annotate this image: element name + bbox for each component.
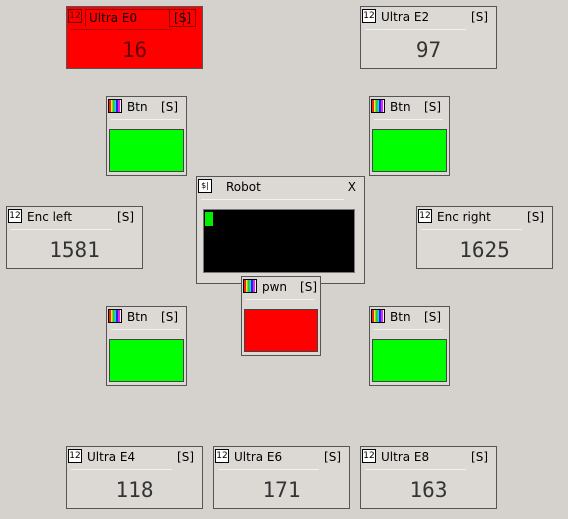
enc-right-title: Enc right <box>437 210 491 224</box>
close-button[interactable]: X <box>348 179 356 195</box>
enc-left-settings-button[interactable]: [S] <box>117 209 134 225</box>
btn-top-left-widget[interactable]: Btn [S] <box>106 96 187 176</box>
btn-top-right-widget[interactable]: Btn [S] <box>369 96 450 176</box>
pwn-title: pwn <box>262 280 288 294</box>
palette-icon <box>371 99 385 113</box>
btn-bottom-right-settings-button[interactable]: [S] <box>424 309 441 325</box>
ultra-e0-value: 16 <box>121 38 148 62</box>
ultra-e8-widget[interactable]: 12 Ultra E8 [S] 163 <box>360 446 497 509</box>
numeric-icon: 12 <box>68 9 82 23</box>
numeric-icon: 12 <box>215 449 229 463</box>
palette-icon <box>243 279 257 293</box>
ultra-e8-title: Ultra E8 <box>381 450 430 464</box>
enc-right-widget[interactable]: 12 Enc right [S] 1625 <box>416 206 553 269</box>
robot-progress-fill <box>205 212 213 226</box>
robot-progress-bar <box>203 209 355 273</box>
enc-left-title: Enc left <box>27 210 73 224</box>
pwn-settings-button[interactable]: [S] <box>300 279 317 295</box>
ultra-e2-settings-button[interactable]: [S] <box>471 9 488 25</box>
ultra-e2-widget[interactable]: 12 Ultra E2 [S] 97 <box>360 6 497 69</box>
ultra-e4-widget[interactable]: 12 Ultra E4 [S] 118 <box>66 446 203 509</box>
btn-title: Btn <box>127 100 148 114</box>
enc-left-widget[interactable]: 12 Enc left [S] 1581 <box>6 206 143 269</box>
numeric-icon: 12 <box>8 209 22 223</box>
ultra-e6-widget[interactable]: 12 Ultra E6 [S] 171 <box>213 446 350 509</box>
ultra-e2-title: Ultra E2 <box>381 10 430 24</box>
ultra-e8-value: 163 <box>409 478 448 502</box>
numeric-icon: 12 <box>362 9 376 23</box>
btn-top-left-settings-button[interactable]: [S] <box>161 99 178 115</box>
ultra-e2-value: 97 <box>415 38 442 62</box>
ultra-e4-settings-button[interactable]: [S] <box>177 449 194 465</box>
ultra-e8-settings-button[interactable]: [S] <box>471 449 488 465</box>
pwn-indicator[interactable] <box>244 309 318 352</box>
ultra-e6-settings-button[interactable]: [S] <box>324 449 341 465</box>
enc-left-value: 1581 <box>49 238 100 262</box>
btn-top-right-settings-button[interactable]: [S] <box>424 99 441 115</box>
numeric-icon: 12 <box>68 449 82 463</box>
btn-bottom-right-widget[interactable]: Btn [S] <box>369 306 450 386</box>
ultra-e6-value: 171 <box>262 478 301 502</box>
ultra-e4-title: Ultra E4 <box>87 450 136 464</box>
numeric-icon: 12 <box>418 209 432 223</box>
btn-bottom-left-settings-button[interactable]: [S] <box>161 309 178 325</box>
ultra-e6-title: Ultra E6 <box>234 450 283 464</box>
enc-right-value: 1625 <box>459 238 510 262</box>
palette-icon <box>108 309 122 323</box>
numeric-icon: 12 <box>362 449 376 463</box>
script-icon: $| <box>198 179 212 193</box>
robot-title: Robot <box>226 180 261 194</box>
pwn-widget[interactable]: pwn [S] <box>241 276 321 356</box>
btn-title: Btn <box>390 310 411 324</box>
palette-icon <box>371 309 385 323</box>
ultra-e4-value: 118 <box>115 478 154 502</box>
btn-bottom-right-indicator[interactable] <box>372 339 447 382</box>
enc-right-settings-button[interactable]: [S] <box>527 209 544 225</box>
btn-title: Btn <box>390 100 411 114</box>
robot-widget[interactable]: $| Robot X <box>196 176 365 284</box>
btn-top-left-indicator[interactable] <box>109 129 184 172</box>
ultra-e0-settings-button[interactable]: [S] <box>169 9 196 27</box>
btn-top-right-indicator[interactable] <box>372 129 447 172</box>
ultra-e0-widget[interactable]: 12 Ultra E0 [S] 16 <box>66 6 203 69</box>
btn-bottom-left-widget[interactable]: Btn [S] <box>106 306 187 386</box>
btn-title: Btn <box>127 310 148 324</box>
btn-bottom-left-indicator[interactable] <box>109 339 184 382</box>
palette-icon <box>108 99 122 113</box>
